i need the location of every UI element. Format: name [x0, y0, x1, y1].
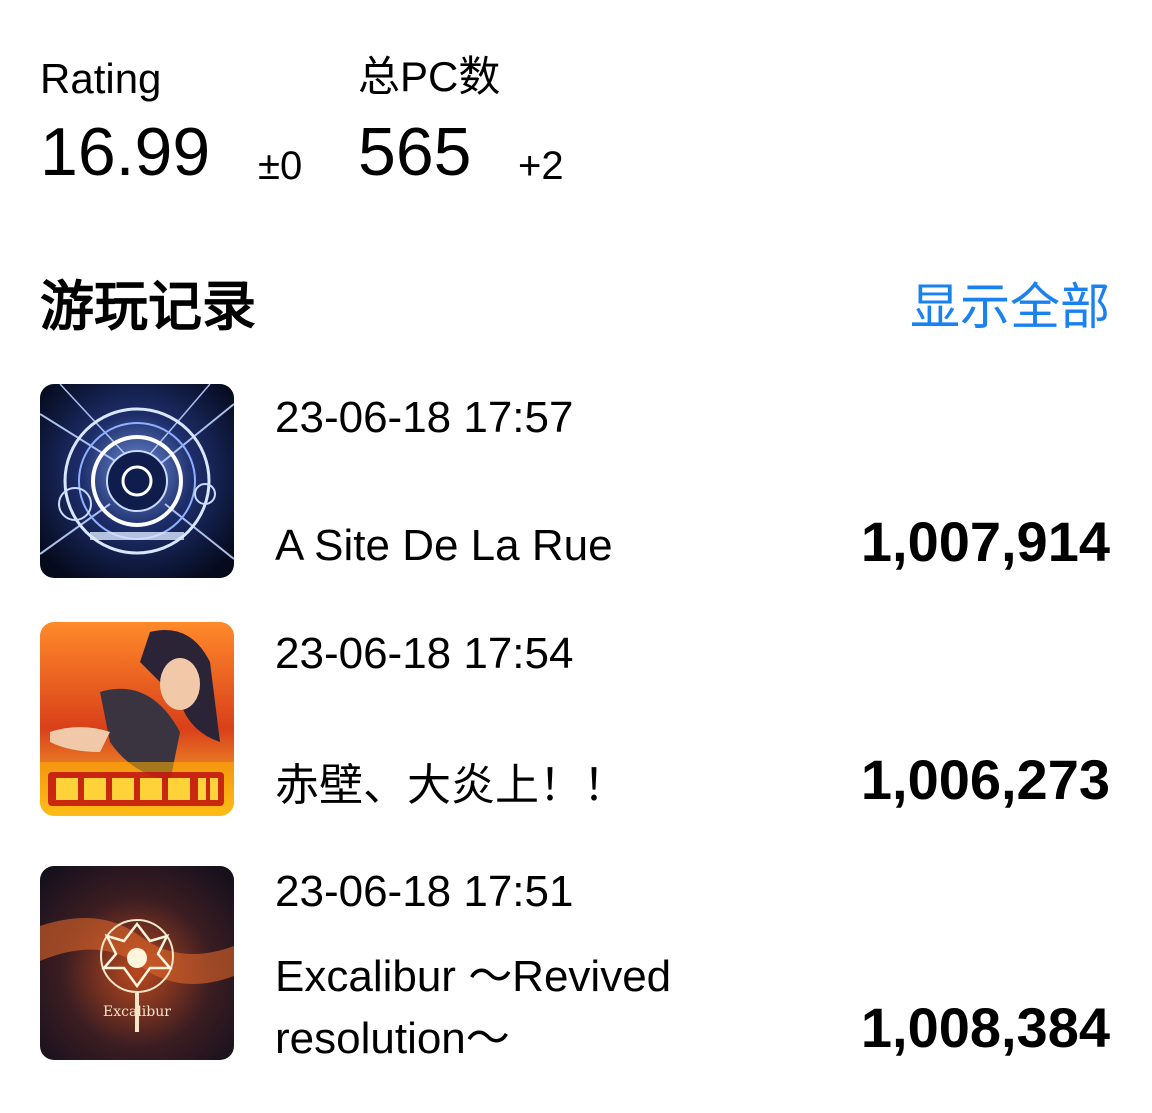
album-cover-excalibur-emblem-icon: Excalibur [40, 866, 234, 1060]
album-cover-fire-warrior-icon [40, 622, 234, 816]
record-item[interactable]: Excalibur 23-06-18 17:51 Excalibur ～Revi… [0, 866, 1152, 1063]
album-cover-blue-circle-icon [40, 384, 234, 578]
record-song-title: Excalibur ～Revived resolution～ [275, 952, 672, 1063]
record-score: 1,006,273 [860, 748, 1110, 811]
record-song-title: 赤壁、大炎上！！ [275, 761, 627, 810]
record-datetime: 23-06-18 17:54 [275, 629, 574, 678]
record-song-title: A Site De La Rue [275, 521, 613, 570]
svg-text:Excalibur: Excalibur [103, 1004, 171, 1020]
record-score: 1,007,914 [860, 510, 1110, 573]
play-count-delta: +2 [518, 144, 564, 188]
rating-label: Rating [40, 55, 162, 102]
play-records-title: 游玩记录 [40, 277, 256, 337]
record-score: 1,008,384 [860, 996, 1110, 1059]
record-datetime: 23-06-18 17:57 [275, 393, 574, 442]
play-count-label: 总PC数 [358, 53, 501, 100]
record-datetime: 23-06-18 17:51 [275, 867, 574, 916]
show-all-link[interactable]: 显示全部 [910, 282, 1110, 332]
record-item[interactable]: 23-06-18 17:57 A Site De La Rue 1,007,91… [0, 384, 1152, 580]
record-item[interactable]: 23-06-18 17:54 赤壁、大炎上！！ 1,006,273 [0, 622, 1152, 818]
rating-value: 16.99 [40, 114, 211, 190]
rating-delta: ±0 [258, 144, 303, 188]
play-count-value: 565 [358, 114, 472, 190]
